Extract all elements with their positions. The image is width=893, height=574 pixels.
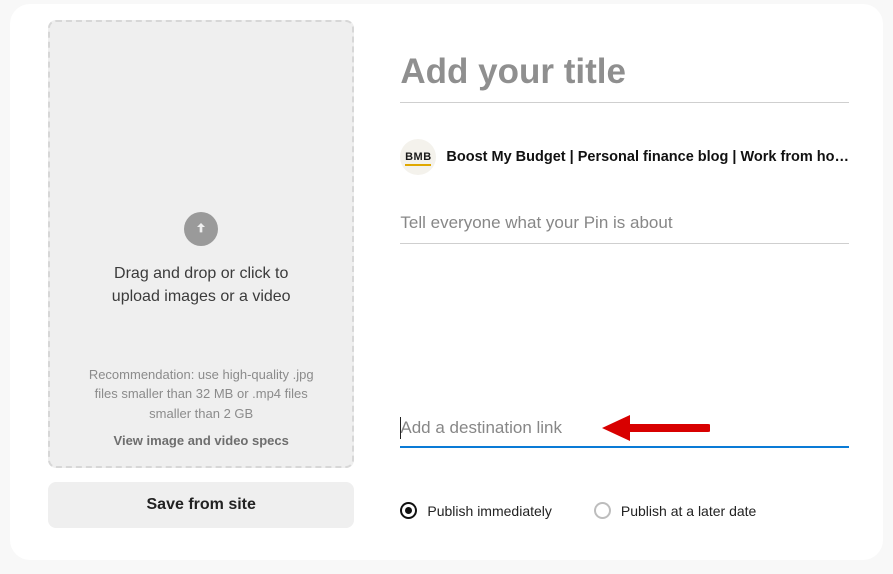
dropzone-instructions: Drag and drop or click to upload images … [112,262,291,308]
publish-immediately-label: Publish immediately [427,503,552,519]
dz-line1: Drag and drop or click to [114,265,288,282]
publish-later-label: Publish at a later date [621,503,756,519]
left-column: Drag and drop or click to upload images … [48,14,354,550]
title-input[interactable] [400,50,849,103]
publish-later-option[interactable]: Publish at a later date [594,502,756,519]
pin-editor-card: Drag and drop or click to upload images … [10,4,883,560]
radio-checked-icon [400,502,417,519]
dz-line2: upload images or a video [112,288,291,305]
upload-recommendation: Recommendation: use high-quality .jpg fi… [70,365,332,424]
upload-icon [184,212,218,246]
radio-unchecked-icon [594,502,611,519]
text-cursor [400,417,401,439]
description-input[interactable] [400,211,849,244]
avatar: BMB [400,139,436,175]
profile-name: Boost My Budget | Personal finance blog … [446,149,849,165]
right-column: BMB Boost My Budget | Personal finance b… [400,14,849,550]
upload-dropzone[interactable]: Drag and drop or click to upload images … [48,20,354,468]
save-from-site-button[interactable]: Save from site [48,482,354,528]
publish-options: Publish immediately Publish at a later d… [400,502,849,519]
profile-row: BMB Boost My Budget | Personal finance b… [400,139,849,175]
publish-immediately-option[interactable]: Publish immediately [400,502,552,519]
destination-link-input[interactable] [400,416,849,448]
view-specs-link[interactable]: View image and video specs [114,433,289,448]
destination-link-wrap [400,416,849,448]
